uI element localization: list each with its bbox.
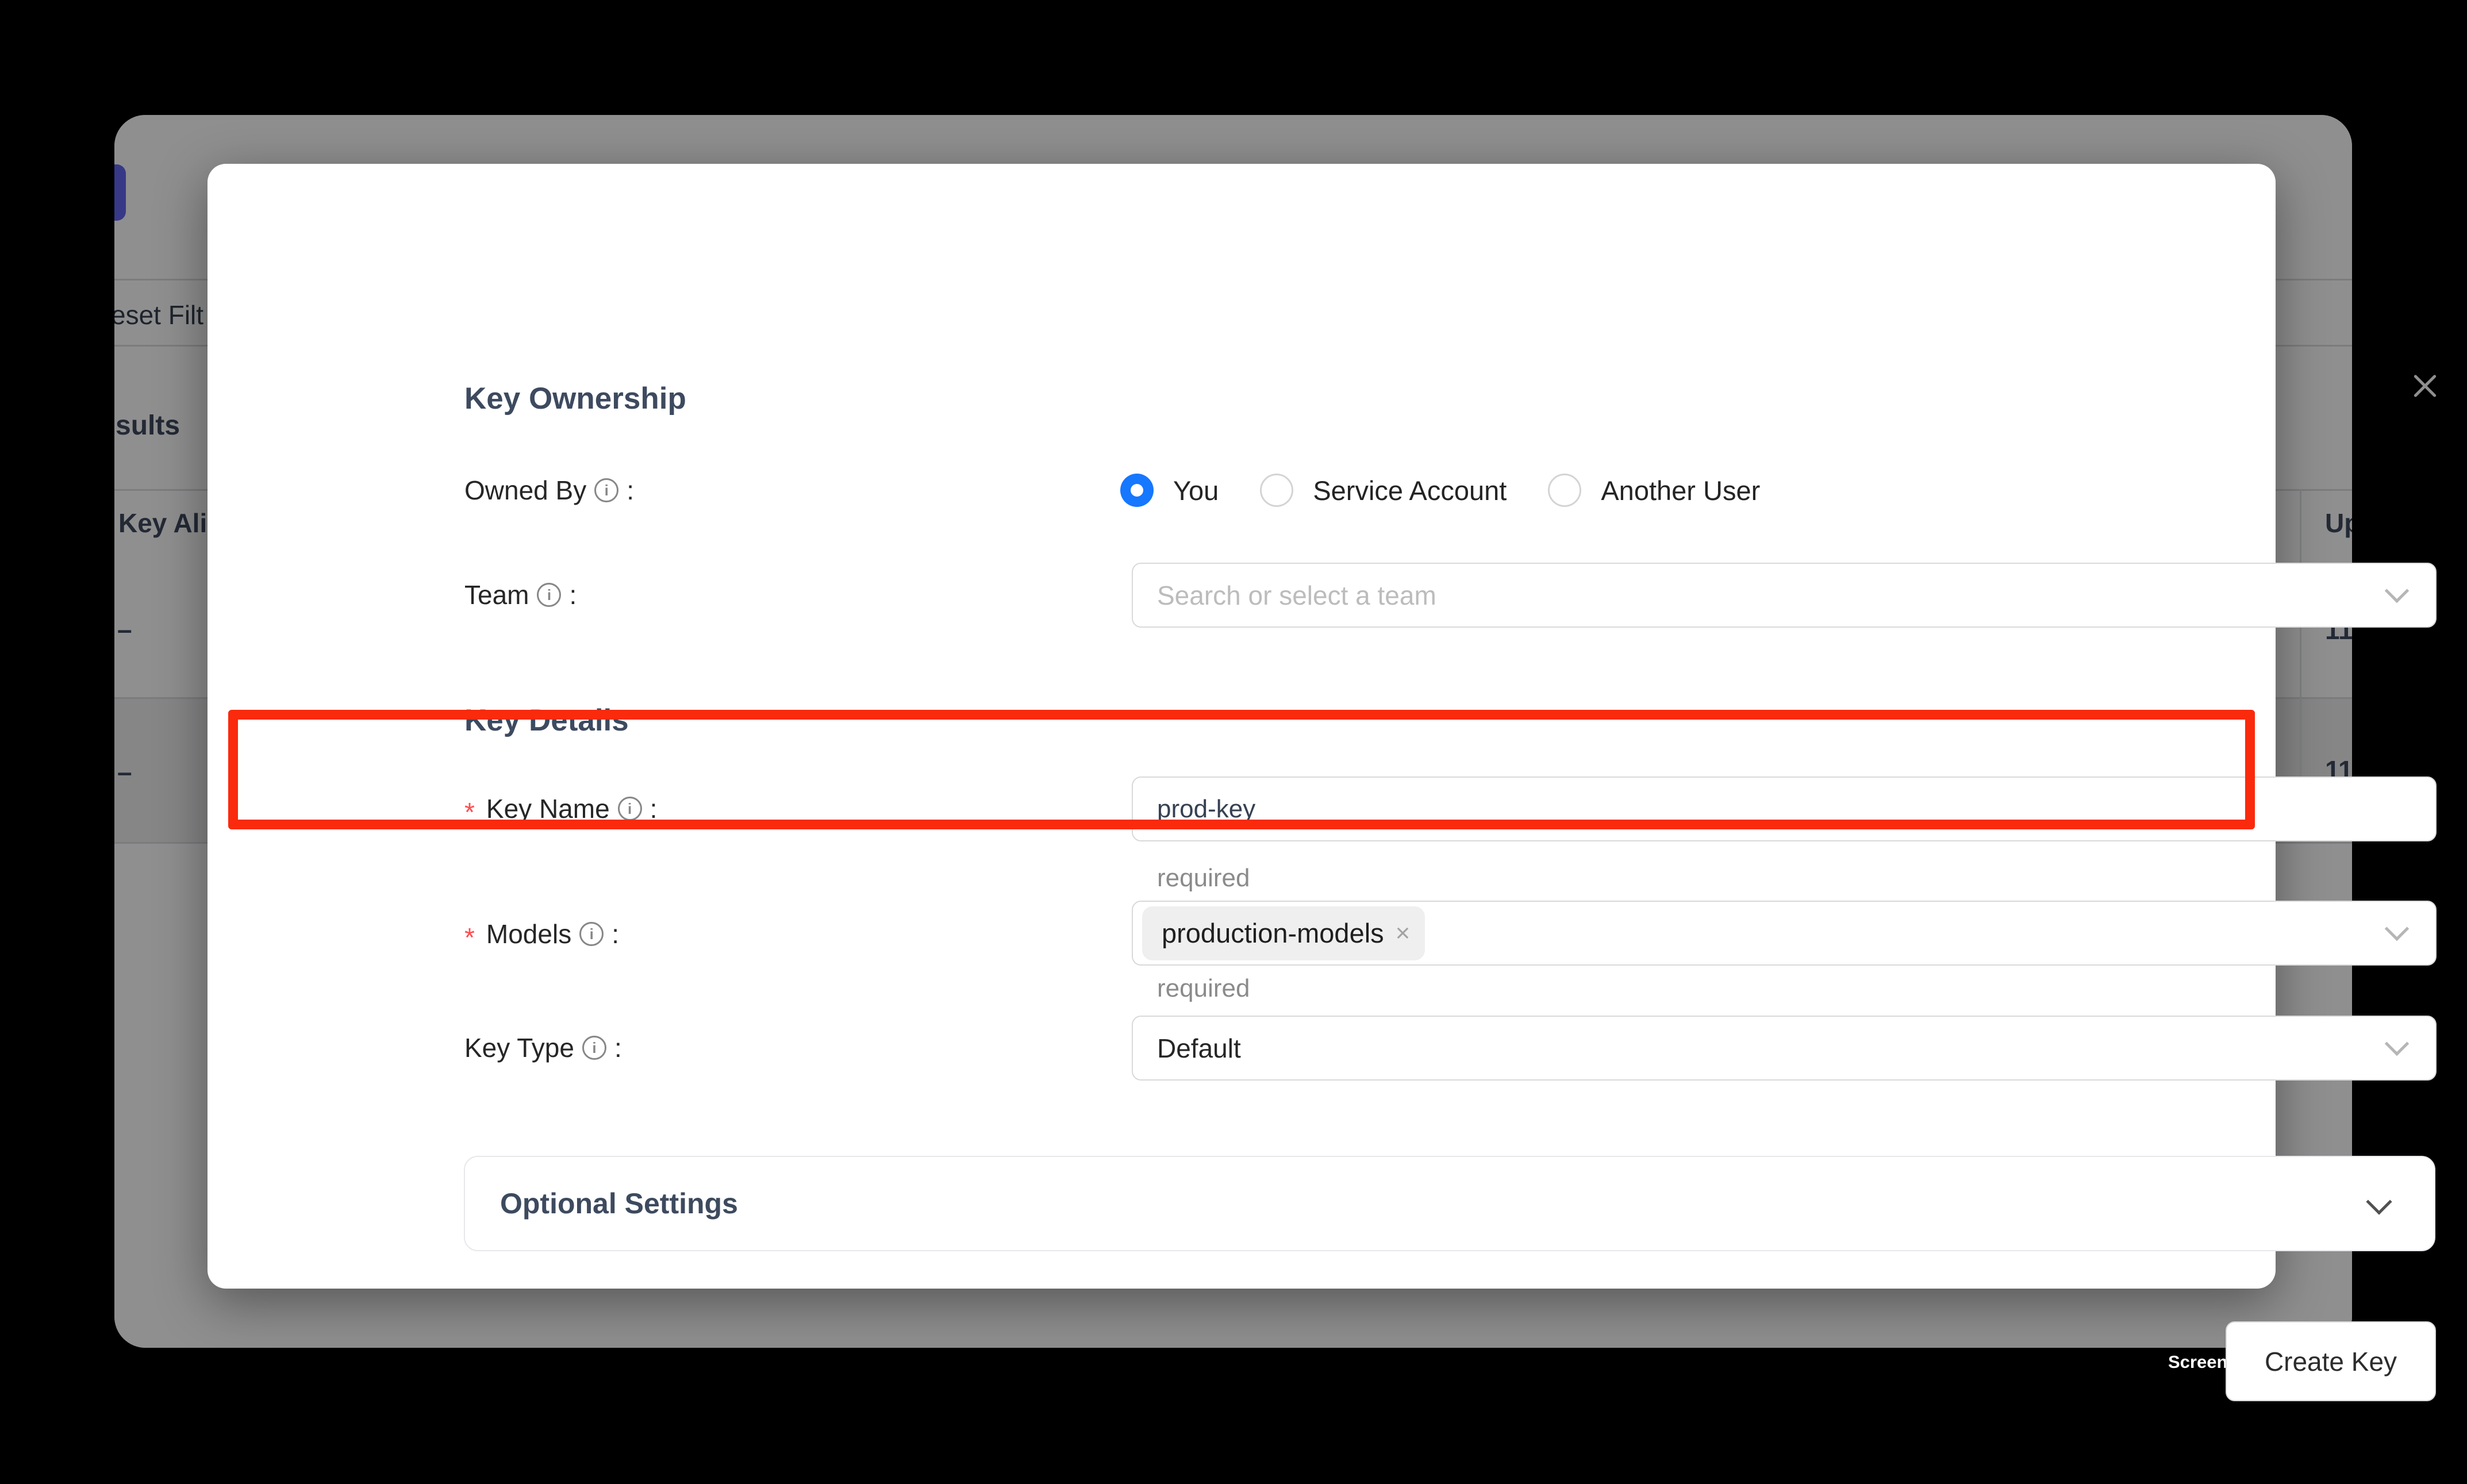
chevron-down-icon xyxy=(2385,579,2409,603)
colon: : xyxy=(614,1032,622,1063)
owned-by-radio-group: You Service Account Another User xyxy=(1120,473,1760,508)
key-type-label-text: Key Type xyxy=(464,1032,574,1063)
required-asterisk: * xyxy=(464,922,475,953)
info-icon[interactable]: i xyxy=(618,797,642,821)
radio-you-label[interactable]: You xyxy=(1173,475,1219,506)
models-required-message: required xyxy=(1157,973,1250,1004)
close-icon[interactable] xyxy=(2410,371,2440,401)
models-tag-label: production-models xyxy=(1162,917,1384,949)
models-label-text: Models xyxy=(486,918,571,949)
colon: : xyxy=(627,475,634,506)
info-icon[interactable]: i xyxy=(582,1036,606,1060)
key-type-select[interactable]: Default xyxy=(1132,1016,2437,1081)
chevron-down-icon xyxy=(2366,1189,2392,1214)
team-label: Team i : xyxy=(464,578,577,612)
optional-settings-label: Optional Settings xyxy=(500,1187,738,1220)
create-key-modal: Key Ownership Owned By i : You Service A… xyxy=(207,164,2276,1289)
radio-another-user-label[interactable]: Another User xyxy=(1601,475,1760,506)
section-key-details: Key Details xyxy=(464,703,629,738)
models-tag: production-models × xyxy=(1142,906,1425,960)
chevron-down-icon xyxy=(2385,917,2409,941)
create-key-button[interactable]: Create Key xyxy=(2226,1321,2436,1401)
tag-remove-icon[interactable]: × xyxy=(1396,921,1411,946)
modal-title: Key Ownership xyxy=(464,381,686,416)
key-name-input[interactable] xyxy=(1132,776,2437,841)
required-asterisk: * xyxy=(464,797,475,828)
owned-by-label-text: Owned By xyxy=(464,475,586,506)
info-icon[interactable]: i xyxy=(594,478,618,502)
radio-service-account[interactable] xyxy=(1260,474,1293,507)
key-name-required-message: required xyxy=(1157,863,1250,894)
key-type-label: Key Type i : xyxy=(464,1031,622,1065)
models-label: * Models i : xyxy=(464,917,619,951)
key-name-label-text: Key Name xyxy=(486,793,610,824)
colon: : xyxy=(650,793,658,824)
radio-another-user[interactable] xyxy=(1548,474,1581,507)
key-name-label: * Key Name i : xyxy=(464,791,657,826)
colon: : xyxy=(612,918,619,949)
team-select[interactable]: Search or select a team xyxy=(1132,563,2437,628)
team-select-placeholder: Search or select a team xyxy=(1157,580,1436,611)
info-icon[interactable]: i xyxy=(579,922,604,946)
team-label-text: Team xyxy=(464,579,529,610)
optional-settings-accordion[interactable]: Optional Settings xyxy=(464,1156,2435,1251)
owned-by-label: Owned By i : xyxy=(464,473,634,508)
colon: : xyxy=(569,579,577,610)
info-icon[interactable]: i xyxy=(537,583,561,607)
key-type-select-value: Default xyxy=(1157,1033,1241,1064)
chevron-down-icon xyxy=(2385,1032,2409,1056)
radio-service-account-label[interactable]: Service Account xyxy=(1313,475,1507,506)
models-select[interactable]: production-models × xyxy=(1132,901,2437,966)
radio-you[interactable] xyxy=(1120,474,1154,507)
screenshot-canvas: eset Filt sults Key Alia Up – 11/ – 11/ … xyxy=(0,0,2467,1484)
